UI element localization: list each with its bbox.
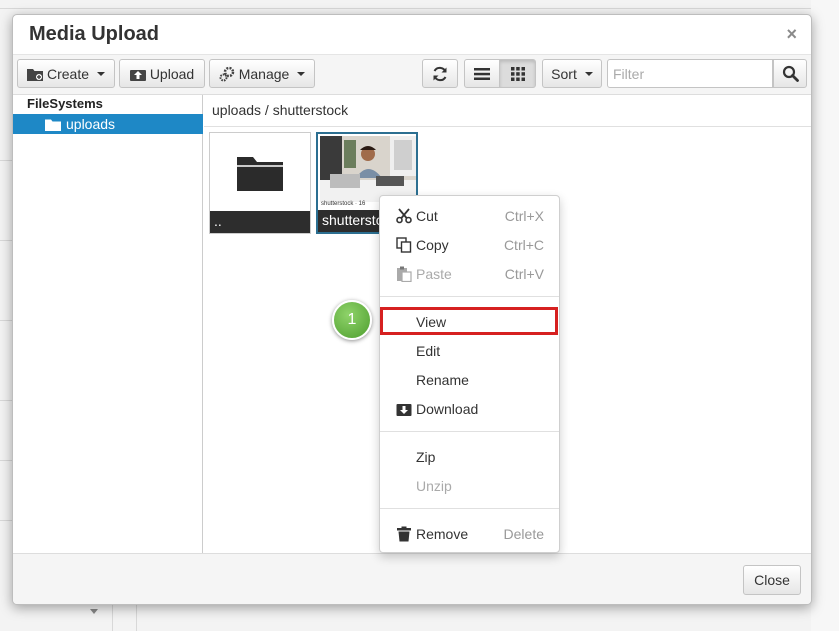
menu-item-copy[interactable]: Copy Ctrl+C	[380, 233, 559, 257]
bg-divider	[0, 400, 12, 401]
tree-root-label: FileSystems	[27, 96, 103, 111]
dialog-header: Media Upload ×	[13, 15, 811, 55]
menu-item-remove[interactable]: Remove Delete	[380, 522, 559, 546]
menu-item-unzip[interactable]: Unzip	[380, 474, 559, 498]
menu-item-label: Download	[416, 401, 479, 417]
menu-item-shortcut: Ctrl+C	[503, 237, 544, 253]
refresh-icon	[433, 66, 447, 81]
menu-item-label: Copy	[416, 237, 449, 253]
menu-item-label: Zip	[416, 449, 436, 465]
image-thumbnail	[320, 136, 416, 202]
bg-dropdown-arrow-icon	[90, 609, 98, 614]
grid-view-button[interactable]	[499, 59, 536, 88]
menu-item-download[interactable]: Download	[380, 397, 559, 421]
trash-icon	[397, 526, 411, 542]
menu-item-rename[interactable]: Rename	[380, 368, 559, 392]
menu-item-paste[interactable]: Paste Ctrl+V	[380, 262, 559, 286]
folder-tile-parent[interactable]: ..	[209, 132, 311, 234]
dialog-footer: Close	[13, 553, 811, 604]
breadcrumb: uploads / shutterstock	[212, 102, 349, 118]
menu-item-edit[interactable]: Edit	[380, 339, 559, 363]
paste-icon	[397, 266, 412, 282]
upload-icon	[129, 69, 146, 81]
tree-item-uploads[interactable]: uploads	[13, 114, 203, 134]
menu-item-label: Unzip	[416, 478, 452, 494]
bg-right-panel	[811, 0, 839, 631]
filter-input[interactable]	[607, 59, 773, 88]
bg-divider	[0, 460, 12, 461]
toolbar: Create Upload Manage Sort	[13, 55, 811, 95]
close-icon[interactable]: ×	[786, 24, 797, 45]
manage-button[interactable]: Manage	[209, 59, 315, 88]
menu-divider	[380, 508, 559, 509]
chevron-down-icon	[297, 71, 306, 76]
folder-icon	[45, 119, 61, 131]
filesystem-tree: FileSystems uploads	[13, 95, 203, 553]
folder-plus-icon	[26, 68, 43, 81]
thumbnail-watermark: shutterstock · 16	[321, 201, 366, 207]
create-label: Create	[46, 65, 90, 82]
dialog-title: Media Upload	[29, 23, 160, 45]
menu-item-zip[interactable]: Zip	[380, 445, 559, 469]
create-button[interactable]: Create	[17, 59, 115, 88]
menu-item-label: Paste	[416, 266, 452, 282]
folder-icon	[237, 157, 283, 191]
bg-divider	[0, 8, 839, 9]
refresh-button[interactable]	[422, 59, 458, 88]
bg-divider	[0, 520, 12, 521]
bg-divider	[0, 240, 12, 241]
search-button[interactable]	[773, 59, 807, 88]
menu-item-shortcut: Ctrl+V	[504, 266, 544, 282]
menu-item-shortcut: Delete	[503, 526, 544, 542]
bg-divider	[0, 320, 12, 321]
list-view-button[interactable]	[464, 59, 500, 88]
menu-item-label: Remove	[416, 526, 469, 542]
bg-divider	[112, 605, 113, 631]
view-highlight-box	[380, 307, 558, 335]
step-badge: 1	[332, 300, 372, 340]
upload-label: Upload	[149, 65, 195, 82]
close-button[interactable]: Close	[743, 565, 801, 595]
gears-icon	[219, 66, 234, 81]
download-icon	[396, 404, 412, 416]
bg-divider	[0, 160, 12, 161]
sort-label: Sort	[551, 65, 577, 82]
manage-label: Manage	[238, 65, 290, 82]
menu-item-label: Cut	[416, 208, 438, 224]
chevron-down-icon	[97, 71, 106, 76]
tree-item-label: uploads	[66, 116, 116, 132]
menu-item-label: Rename	[416, 372, 469, 388]
copy-icon	[396, 237, 412, 253]
menu-item-shortcut: Ctrl+X	[504, 208, 544, 224]
scissors-icon	[396, 208, 412, 224]
upload-button[interactable]: Upload	[119, 59, 205, 88]
tile-label: ..	[210, 211, 310, 233]
chevron-down-icon	[584, 71, 593, 76]
grid-view-icon	[510, 66, 525, 81]
menu-item-cut[interactable]: Cut Ctrl+X	[380, 204, 559, 228]
sort-button[interactable]: Sort	[542, 59, 602, 88]
menu-divider	[380, 296, 559, 297]
bg-divider	[136, 605, 137, 631]
breadcrumb-bar: uploads / shutterstock	[204, 95, 811, 127]
menu-divider	[380, 431, 559, 432]
menu-item-label: Edit	[416, 343, 441, 359]
list-view-icon	[474, 67, 490, 80]
context-menu: Cut Ctrl+X Copy Ctrl+C Paste Ctrl+V View…	[379, 195, 560, 553]
search-icon	[782, 65, 799, 82]
